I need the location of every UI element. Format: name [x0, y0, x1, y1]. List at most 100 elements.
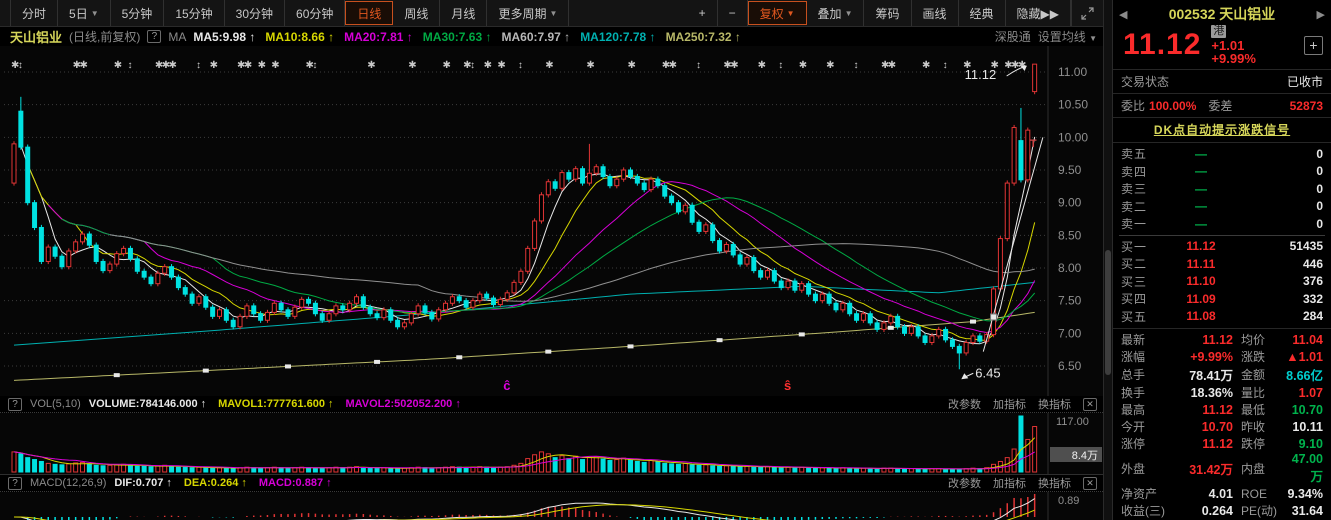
candle	[889, 316, 893, 323]
period-button-更多周期[interactable]: 更多周期▼	[487, 0, 569, 26]
stat-value: 10.11	[1285, 420, 1323, 434]
event-marker-icon: ✱	[484, 60, 492, 71]
pane-action-改参数[interactable]: 改参数	[948, 396, 981, 412]
tool-button-+[interactable]: +	[688, 0, 718, 26]
fullscreen-expand-icon[interactable]	[1071, 0, 1103, 26]
candle	[670, 196, 674, 203]
help-icon[interactable]: ?	[147, 30, 161, 43]
pane-action-加指标[interactable]: 加指标	[993, 396, 1026, 412]
volume-chart[interactable]: 117.008.4万	[0, 413, 1103, 474]
pane-action-换指标[interactable]: 换指标	[1038, 475, 1071, 491]
period-button-5分钟[interactable]: 5分钟	[111, 0, 165, 26]
event-marker-icon: ↕	[18, 60, 23, 71]
stock-name: 天山铝业	[10, 27, 62, 46]
candle	[601, 167, 605, 177]
candle	[307, 299, 311, 303]
candle	[998, 239, 1002, 289]
candle	[587, 173, 591, 183]
help-icon[interactable]: ?	[8, 398, 22, 411]
order-price: —	[1161, 217, 1241, 231]
tool-button-复权[interactable]: 复权▼	[748, 1, 807, 25]
pane-action-改参数[interactable]: 改参数	[948, 475, 981, 491]
tool-button-筹码[interactable]: 筹码	[864, 0, 911, 26]
period-toolbar: 分时 5日▼5分钟15分钟30分钟60分钟日线周线月线更多周期▼ +−复权▼叠加▼筹…	[0, 0, 1103, 27]
shenzhen-connect-tag: 深股通	[995, 28, 1031, 45]
tool-button-−[interactable]: −	[718, 0, 748, 26]
candle	[663, 186, 667, 196]
next-stock-arrow[interactable]: ▶	[1317, 8, 1325, 21]
scrollbar-thumb[interactable]	[1105, 250, 1111, 375]
event-marker-icon: ✱	[408, 60, 416, 71]
order-volume: 446	[1241, 257, 1323, 271]
stat-label: 总手	[1121, 366, 1171, 383]
pane-action-加指标[interactable]: 加指标	[993, 475, 1026, 491]
macd-chart[interactable]: 0.89	[0, 492, 1103, 520]
add-to-watchlist-button[interactable]: +	[1304, 36, 1323, 55]
help-icon[interactable]: ?	[8, 477, 22, 490]
candle	[498, 299, 502, 304]
candle	[629, 170, 633, 177]
dk-signal-link[interactable]: DK点自动提示涨跌信号	[1154, 123, 1290, 137]
candlestick-chart[interactable]: 11.0010.5010.009.509.008.508.007.507.006…	[0, 46, 1103, 396]
prev-stock-arrow[interactable]: ◀	[1119, 8, 1127, 21]
svg-text:6.50: 6.50	[1058, 359, 1082, 373]
period-button-60分钟[interactable]: 60分钟	[285, 0, 345, 26]
candle	[944, 329, 948, 339]
stat-label: 昨收	[1241, 418, 1285, 435]
period-button-日线[interactable]: 日线	[345, 1, 393, 25]
volume-axis-top: 117.00	[1056, 416, 1089, 428]
tool-button-画线[interactable]: 画线	[912, 0, 959, 26]
event-marker-icon: ✱	[586, 60, 594, 71]
stat-value: 11.04	[1285, 333, 1323, 347]
stat-value: 11.12	[1171, 437, 1233, 451]
ma-square-marker	[717, 338, 723, 342]
candle	[718, 241, 722, 251]
order-label: 卖二	[1121, 198, 1161, 215]
candle	[930, 336, 934, 343]
close-icon[interactable]: ✕	[1083, 477, 1097, 490]
order-label: 买五	[1121, 308, 1161, 325]
candle	[190, 294, 194, 303]
ma-value: MA5:9.98 ↑	[193, 30, 255, 44]
tool-button-叠加[interactable]: 叠加▼	[807, 0, 865, 26]
stat-label: 涨幅	[1121, 348, 1171, 365]
candle	[697, 222, 701, 231]
candle	[300, 299, 304, 307]
candle	[389, 310, 393, 320]
chevron-down-icon: ▼	[845, 9, 853, 18]
tool-button-隐藏▶▶[interactable]: 隐藏▶▶	[1006, 0, 1071, 26]
candle	[101, 261, 105, 270]
order-volume: 0	[1241, 147, 1323, 161]
stat-value: 1.07	[1285, 386, 1323, 400]
period-label: 分时	[22, 5, 46, 22]
vertical-scrollbar[interactable]	[1103, 0, 1113, 520]
indicator-value: VOLUME:784146.000 ↑	[89, 398, 206, 410]
period-button-月线[interactable]: 月线	[440, 0, 487, 26]
candle	[1012, 128, 1016, 184]
period-button-周线[interactable]: 周线	[393, 0, 440, 26]
candle	[122, 248, 126, 253]
period-button-30分钟[interactable]: 30分钟	[225, 0, 285, 26]
period-button-分时[interactable]: 分时	[10, 0, 58, 26]
pane-action-换指标[interactable]: 换指标	[1038, 396, 1071, 412]
event-marker-icon: ✱	[210, 60, 218, 71]
candle	[827, 294, 831, 303]
period-button-15分钟[interactable]: 15分钟	[164, 0, 224, 26]
candle	[259, 314, 263, 321]
weibi-label: 委比	[1121, 97, 1145, 114]
tool-button-经典[interactable]: 经典	[959, 0, 1006, 26]
candle	[348, 303, 352, 310]
close-icon[interactable]: ✕	[1083, 398, 1097, 411]
period-button-5日[interactable]: 5日▼	[58, 0, 111, 26]
event-marker-icon: ↕	[470, 60, 475, 71]
ma-settings-button[interactable]: 设置均线 ▼	[1038, 28, 1097, 45]
candle	[396, 320, 400, 327]
candle	[861, 314, 865, 321]
order-price: 11.11	[1161, 257, 1241, 271]
tool-label: 隐藏▶▶	[1017, 5, 1059, 22]
candle	[923, 336, 927, 343]
stat-label: 净资产	[1121, 485, 1171, 502]
svg-text:7.50: 7.50	[1058, 294, 1082, 308]
candle	[471, 301, 475, 308]
event-marker-icon: ✱	[758, 60, 766, 71]
